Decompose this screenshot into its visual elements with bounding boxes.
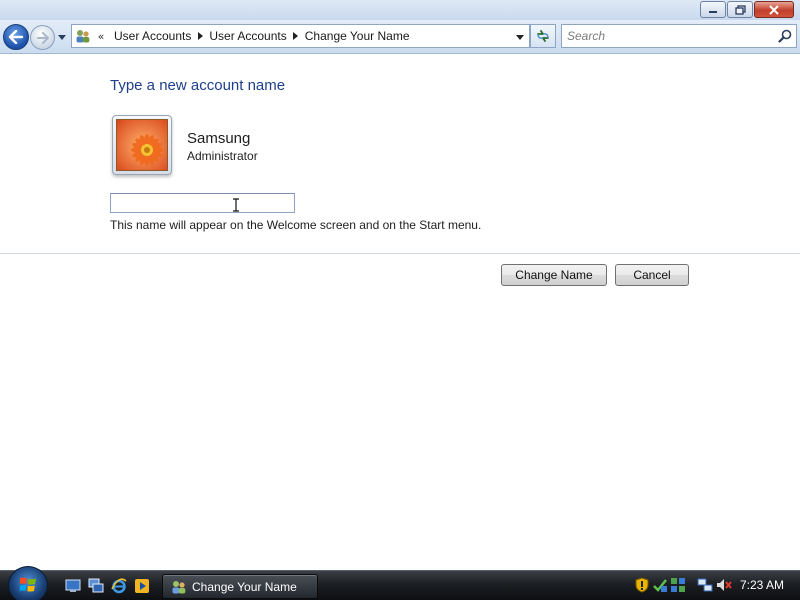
windows-logo-icon [19,577,36,592]
search-input[interactable] [567,26,775,46]
search-box [561,24,797,48]
breadcrumb-change-your-name[interactable]: Change Your Name [301,29,414,43]
breadcrumb-user-accounts-2[interactable]: User Accounts [205,29,290,43]
security-alert-icon[interactable] [634,577,650,593]
page-title: Type a new account name [110,77,286,94]
search-button[interactable] [778,29,792,43]
network-icon[interactable] [697,577,713,593]
forward-button[interactable] [30,25,55,50]
switch-windows-icon[interactable] [88,578,104,594]
breadcrumb-overflow[interactable]: « [92,30,110,43]
taskbar: Change Your Name 7:23 AM [0,566,800,600]
minimize-button[interactable] [700,1,726,18]
breadcrumb-user-accounts-1[interactable]: User Accounts [110,29,195,43]
close-icon [769,4,779,15]
windows-update-icon[interactable] [652,577,668,593]
text-cursor-icon [233,198,239,212]
search-icon [778,29,792,43]
user-accounts-icon [172,580,186,593]
account-role: Administrator [187,149,258,163]
taskbar-clock[interactable]: 7:23 AM [740,578,784,592]
user-accounts-icon [74,27,92,45]
cancel-button[interactable]: Cancel [615,264,689,286]
refresh-icon [537,30,549,42]
taskbar-button-change-your-name[interactable]: Change Your Name [162,574,318,599]
chevron-down-icon [516,34,524,40]
back-button[interactable] [3,24,29,50]
minimize-icon [709,10,717,13]
change-name-button[interactable]: Change Name [501,264,607,286]
breadcrumb-separator-icon[interactable] [291,32,301,40]
recent-pages-button[interactable] [57,32,67,42]
volume-muted-icon[interactable] [716,577,732,593]
navigation-bar: « User Accounts User Accounts Change You… [0,20,800,54]
close-button[interactable] [754,1,794,18]
refresh-button[interactable] [530,24,556,48]
forward-arrow-icon [36,31,49,44]
start-button[interactable] [8,566,48,600]
back-arrow-icon [8,30,24,44]
address-dropdown-button[interactable] [515,32,525,42]
network-status-icon[interactable] [670,577,686,593]
show-desktop-icon[interactable] [65,578,81,594]
account-name: Samsung [187,130,251,147]
divider [0,253,800,254]
internet-explorer-icon[interactable] [111,578,127,594]
window-title-bar [0,0,800,20]
taskbar-button-label: Change Your Name [192,579,297,594]
new-account-name-input[interactable] [110,193,295,213]
chevron-down-icon [58,34,66,40]
restore-button[interactable] [727,1,753,18]
flower-avatar-icon [116,119,168,171]
caption-buttons [700,1,794,18]
name-hint-text: This name will appear on the Welcome scr… [110,218,482,232]
media-player-icon[interactable] [134,578,150,594]
address-bar[interactable]: « User Accounts User Accounts Change You… [71,24,530,48]
avatar [112,115,172,175]
content-area: Type a new account name Samsung Administ… [0,55,800,570]
breadcrumb-separator-icon[interactable] [195,32,205,40]
restore-icon [734,4,746,15]
